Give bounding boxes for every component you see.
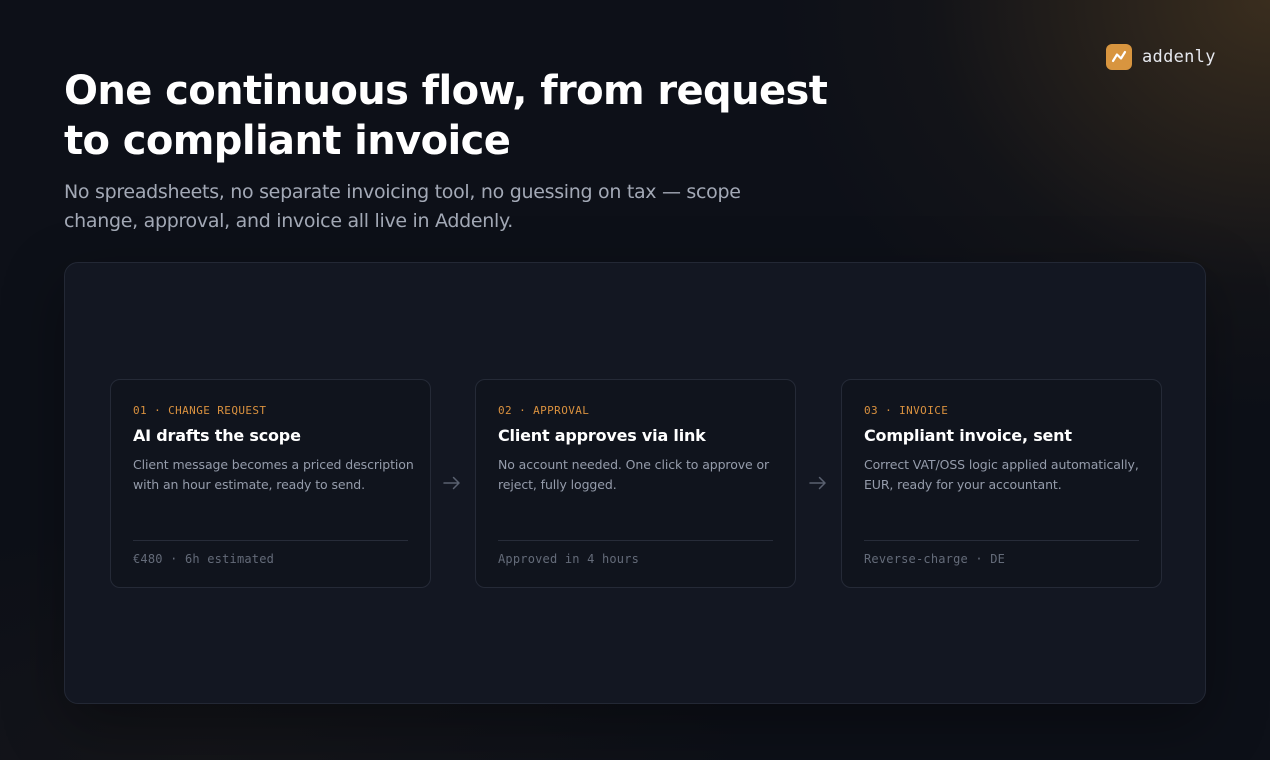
step-meta: €480 · 6h estimated — [133, 552, 275, 566]
brand-logo: addenly — [1106, 44, 1216, 70]
trend-chart-icon — [1106, 44, 1132, 70]
step-title: AI drafts the scope — [133, 426, 301, 445]
step-description: Correct VAT/OSS logic applied automatica… — [864, 457, 1139, 492]
step-card-invoice: 03 · INVOICE Compliant invoice, sent Cor… — [841, 379, 1162, 588]
step-label: 02 · APPROVAL — [498, 404, 590, 417]
arrow-right-icon — [443, 475, 461, 491]
brand-name: addenly — [1142, 47, 1216, 67]
step-description: Client message becomes a priced descript… — [133, 457, 414, 492]
step-label: 01 · CHANGE REQUEST — [133, 404, 267, 417]
page-subtitle: No spreadsheets, no separate invoicing t… — [64, 181, 741, 232]
flow-panel: 01 · CHANGE REQUEST AI drafts the scope … — [64, 262, 1206, 704]
arrow-right-icon — [809, 475, 827, 491]
step-card-change-request: 01 · CHANGE REQUEST AI drafts the scope … — [110, 379, 431, 588]
step-meta: Reverse-charge · DE — [864, 552, 1006, 566]
step-description: No account needed. One click to approve … — [498, 457, 770, 492]
step-divider — [864, 540, 1139, 541]
step-title: Compliant invoice, sent — [864, 426, 1072, 445]
step-divider — [133, 540, 408, 541]
step-meta: Approved in 4 hours — [498, 552, 640, 566]
step-divider — [498, 540, 773, 541]
step-title: Client approves via link — [498, 426, 706, 445]
page-title: One continuous flow, from request to com… — [64, 68, 828, 164]
step-label: 03 · INVOICE — [864, 404, 949, 417]
step-card-approval: 02 · APPROVAL Client approves via link N… — [475, 379, 796, 588]
